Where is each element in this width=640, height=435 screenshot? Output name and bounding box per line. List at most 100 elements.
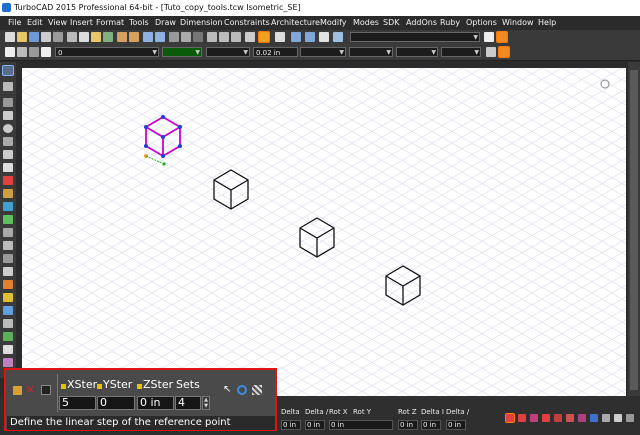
menu-view[interactable]: View [48, 18, 67, 27]
status-menu-icon[interactable] [626, 414, 634, 422]
layer-combo[interactable]: 0 ▼ [55, 47, 159, 57]
coord-value-delta-1[interactable]: 0 in [281, 420, 301, 430]
layer-visible-icon[interactable] [5, 47, 15, 57]
snap-tangent-icon[interactable] [578, 414, 586, 422]
format-painter-icon[interactable] [103, 32, 113, 42]
menu-help[interactable]: Help [538, 18, 556, 27]
select-pointer-icon[interactable]: ↖ [223, 384, 231, 395]
cancel-icon[interactable]: ✕ [26, 386, 34, 396]
coord-value-delta-2[interactable]: 0 in [305, 420, 325, 430]
option-checkbox-icon[interactable] [41, 385, 51, 395]
properties-icon[interactable] [169, 32, 179, 42]
zstep-field[interactable]: 0 in [137, 396, 174, 410]
menu-ruby[interactable]: Ruby [440, 18, 460, 27]
snap-mode-icon[interactable] [505, 413, 515, 423]
layer-settings-icon[interactable] [41, 47, 51, 57]
menu-addons[interactable]: AddOns [406, 18, 437, 27]
copy-icon[interactable] [79, 32, 89, 42]
menu-window[interactable]: Window [502, 18, 534, 27]
dimension-tool-icon[interactable] [3, 176, 13, 185]
line-tool-icon[interactable] [3, 111, 13, 120]
pattern-combo[interactable]: ▼ [396, 47, 438, 57]
snap-settings-icon[interactable] [602, 414, 610, 422]
coord-value-rot-z[interactable]: 0 in [398, 420, 418, 430]
brush-combo[interactable]: ▼ [349, 47, 393, 57]
view-top-icon[interactable] [305, 32, 315, 42]
zoom-extents-icon[interactable] [219, 32, 229, 42]
layer-lock-icon[interactable] [17, 47, 27, 57]
pen-icon[interactable] [486, 47, 496, 57]
trim-tool-icon[interactable] [3, 241, 13, 250]
line-style-combo[interactable]: ▼ [300, 47, 346, 57]
save-icon[interactable] [29, 32, 39, 42]
mirror-tool-icon[interactable] [3, 306, 13, 315]
edit-tool-icon[interactable] [3, 82, 13, 91]
print-preview-icon[interactable] [53, 32, 63, 42]
hatch-tool-icon[interactable] [3, 189, 13, 198]
menu-insert[interactable]: Insert [70, 18, 93, 27]
fillet-tool-icon[interactable] [3, 280, 13, 289]
view-3d-icon[interactable] [291, 32, 301, 42]
arrow-select-icon[interactable] [484, 32, 494, 42]
zoom-window-icon[interactable] [207, 32, 217, 42]
xstep-field[interactable]: 5 [59, 396, 96, 410]
3d-tool-icon[interactable] [3, 215, 13, 224]
cut-icon[interactable] [67, 32, 77, 42]
line-width-combo[interactable]: 0.02 in [253, 47, 298, 57]
menu-tools[interactable]: Tools [129, 18, 149, 27]
coord-value-delta-4[interactable]: 0 in [446, 420, 466, 430]
array-tool-icon[interactable] [3, 319, 13, 328]
menu-architecture[interactable]: Architecture [271, 18, 320, 27]
pen-style-combo[interactable]: ▼ [206, 47, 250, 57]
linear-copy-icon[interactable] [252, 385, 262, 395]
snap-intersection-icon[interactable] [566, 414, 574, 422]
ystep-field[interactable]: 0 [97, 396, 135, 410]
menu-options[interactable]: Options [466, 18, 497, 27]
circle-tool-icon[interactable] [3, 124, 13, 133]
print-icon[interactable] [41, 32, 51, 42]
symbol-tool-icon[interactable] [3, 202, 13, 211]
snap-grid-icon[interactable] [590, 414, 598, 422]
scrollbar-thumb[interactable] [630, 70, 638, 390]
ortho-mode-icon[interactable] [614, 414, 622, 422]
snap-center-icon[interactable] [542, 414, 550, 422]
extend-tool-icon[interactable] [3, 254, 13, 263]
color-combo[interactable]: ▼ [162, 47, 202, 57]
redo-icon[interactable] [129, 32, 139, 42]
view-iso-icon[interactable] [333, 32, 343, 42]
menu-modes[interactable]: Modes [353, 18, 379, 27]
drawing-canvas[interactable] [22, 68, 626, 396]
coord-value-rot-x[interactable]: 0 in [329, 420, 393, 430]
block-tool-icon[interactable] [3, 345, 13, 354]
menu-dimension[interactable]: Dimension [180, 18, 223, 27]
menu-sdk[interactable]: SDK [383, 18, 399, 27]
rotate-copy-icon[interactable] [237, 385, 247, 395]
paste-icon[interactable] [91, 32, 101, 42]
menu-constraints[interactable]: Constraints [224, 18, 270, 27]
coord-value-delta-3[interactable]: 0 in [421, 420, 441, 430]
sets-spinner[interactable]: ▲ ▼ [202, 396, 210, 410]
grid-icon[interactable] [258, 31, 270, 43]
view-selector-combo[interactable]: ▼ [350, 32, 480, 42]
layer-tool-icon[interactable] [3, 358, 13, 367]
view-front-icon[interactable] [319, 32, 329, 42]
modify-tool-icon[interactable] [3, 228, 13, 237]
menu-file[interactable]: File [8, 18, 21, 27]
new-file-icon[interactable] [5, 32, 15, 42]
menu-edit[interactable]: Edit [27, 18, 43, 27]
text-tool-icon[interactable] [3, 163, 13, 172]
vertical-scrollbar[interactable] [628, 62, 640, 400]
selector-icon[interactable] [181, 32, 191, 42]
layer-print-icon[interactable] [29, 47, 39, 57]
render-icon[interactable] [275, 32, 285, 42]
menu-modify[interactable]: Modify [320, 18, 347, 27]
undo-icon[interactable] [117, 32, 127, 42]
window-icon[interactable] [143, 32, 153, 42]
snap-icon[interactable] [496, 31, 508, 43]
redraw-icon[interactable] [193, 32, 203, 42]
offset-tool-icon[interactable] [3, 267, 13, 276]
arc-tool-icon[interactable] [3, 137, 13, 146]
menu-draw[interactable]: Draw [155, 18, 176, 27]
pan-icon[interactable] [245, 32, 255, 42]
open-file-icon[interactable] [17, 32, 27, 42]
